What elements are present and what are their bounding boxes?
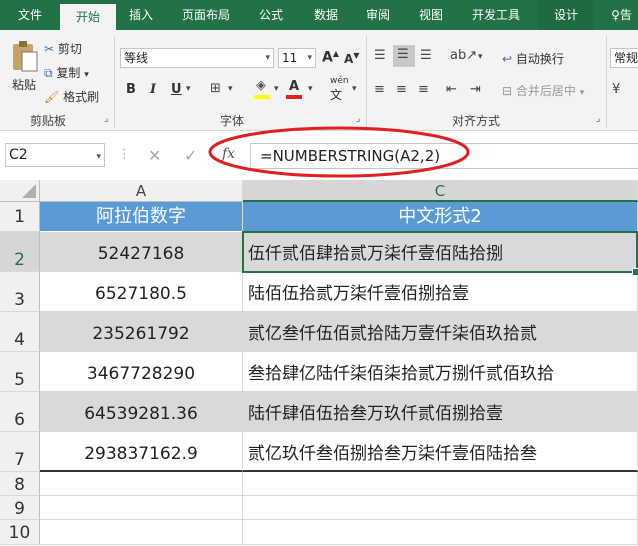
table-cell-chinese[interactable]: 陆佰伍拾贰万柒仟壹佰捌拾壹 (243, 272, 638, 312)
empty-cell[interactable] (40, 472, 243, 496)
select-all-corner[interactable] (0, 180, 40, 202)
table-cell-number[interactable]: 235261792 (40, 312, 243, 352)
empty-cell[interactable] (243, 472, 638, 496)
table-cell-number[interactable]: 3467728290 (40, 352, 243, 392)
header-cell-a[interactable]: 阿拉伯数字 (40, 202, 243, 232)
empty-cell[interactable] (40, 520, 243, 545)
corner-triangle-icon (22, 184, 36, 198)
header-cell-c[interactable]: 中文形式2 (243, 202, 638, 232)
empty-cell[interactable] (40, 496, 243, 520)
table-cell-chinese[interactable]: 叁拾肆亿陆仟柒佰柒拾贰万捌仟贰佰玖拾 (243, 352, 638, 392)
highlight-ellipse (208, 126, 470, 178)
fill-handle[interactable] (632, 268, 638, 276)
table-cell-number[interactable]: 64539281.36 (40, 392, 243, 432)
column-header-a[interactable]: A (40, 180, 243, 202)
table-cell-number[interactable]: 52427168 (40, 232, 243, 272)
table-cell-number[interactable]: 6527180.5 (40, 272, 243, 312)
row-header[interactable]: 6 (0, 392, 40, 432)
row-header[interactable]: 10 (0, 520, 40, 545)
row-header[interactable]: 2 (0, 232, 40, 272)
row-header[interactable]: 3 (0, 272, 40, 312)
table-cell-number[interactable]: 293837162.9 (40, 432, 243, 472)
empty-cell[interactable] (243, 496, 638, 520)
empty-cell[interactable] (243, 520, 638, 545)
row-header[interactable]: 8 (0, 472, 40, 496)
row-header[interactable]: 4 (0, 312, 40, 352)
row-header[interactable]: 7 (0, 432, 40, 472)
row-header[interactable]: 9 (0, 496, 40, 520)
active-cell-selection[interactable] (242, 231, 638, 273)
table-cell-chinese[interactable]: 贰亿叁仟伍佰贰拾陆万壹仟柒佰玖拾贰 (243, 312, 638, 352)
row-header[interactable]: 1 (0, 202, 40, 232)
column-header-c[interactable]: C (243, 180, 638, 202)
row-header[interactable]: 5 (0, 352, 40, 392)
table-cell-chinese[interactable]: 贰亿玖仟叁佰捌拾叁万柒仟壹佰陆拾叁 (243, 432, 638, 472)
table-cell-chinese[interactable]: 陆仟肆佰伍拾叁万玖仟贰佰捌拾壹 (243, 392, 638, 432)
